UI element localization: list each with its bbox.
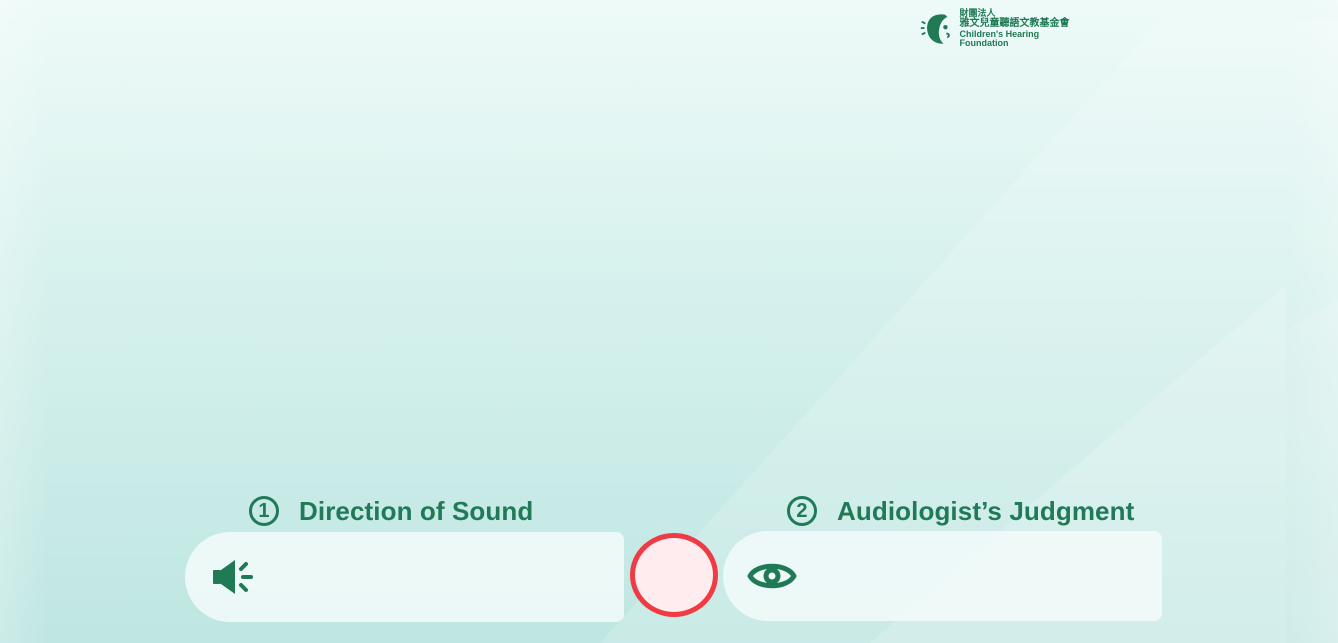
direction-of-sound-panel[interactable] (185, 532, 624, 622)
step-1-number: 1 (249, 496, 279, 526)
logo-line-3: Children's Hearing Foundation (959, 28, 1040, 48)
record-button[interactable] (630, 533, 718, 617)
foundation-logo: 財團法人 雅文兒童聽語文教基金會 Children's Hearing Foun… (919, 9, 1079, 49)
child-face-logo-icon (920, 14, 950, 44)
logo-line-2: 雅文兒童聽語文教基金會 (959, 18, 1070, 30)
audiologist-judgment-panel[interactable] (723, 531, 1162, 621)
step-2-number: 2 (787, 496, 817, 526)
step-1-title: Direction of Sound (299, 495, 534, 526)
logo-text: 財團法人 雅文兒童聽語文教基金會 Children's Hearing Foun… (959, 9, 1079, 49)
step-2-heading: 2 Audiologist’s Judgment (787, 492, 1134, 530)
step-1-heading: 1 Direction of Sound (249, 492, 533, 530)
right-edge-shade (1288, 0, 1338, 643)
speaker-icon (213, 560, 253, 594)
step-2-title: Audiologist’s Judgment (837, 495, 1135, 526)
eye-icon (747, 563, 797, 589)
left-edge-shade (0, 0, 50, 643)
